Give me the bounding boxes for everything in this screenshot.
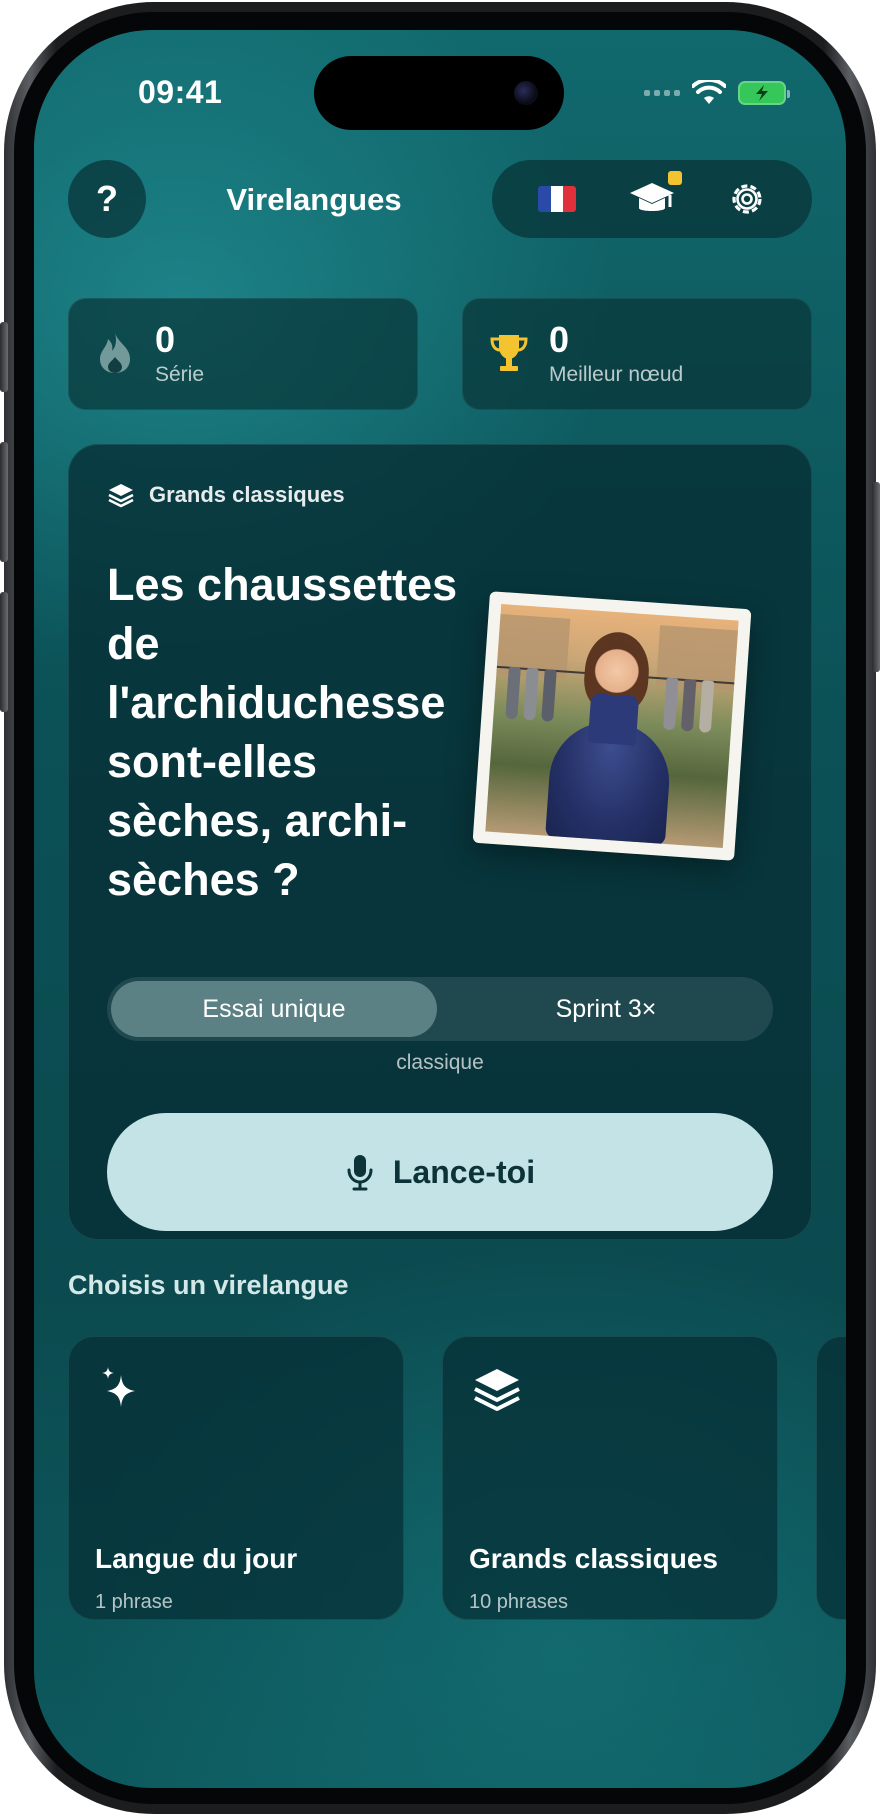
wifi-icon: [692, 80, 726, 104]
category-card-daily[interactable]: Langue du jour 1 phrase: [68, 1336, 404, 1620]
category-count: 1 phrase: [95, 1591, 173, 1613]
card-category-label: Grands classiques: [149, 482, 345, 507]
launch-label: Lance-toi: [392, 1153, 536, 1190]
french-flag-icon[interactable]: [538, 186, 576, 212]
mode-sprint[interactable]: Sprint 3×: [443, 981, 769, 1037]
action-button: [0, 322, 8, 392]
graduation-cap-button[interactable]: [628, 171, 682, 223]
illustration-photo: [472, 591, 752, 861]
current-tongue-twister-card: Grands classiques Les chaussettes de l'a…: [68, 444, 812, 1240]
microphone-icon: [347, 1155, 373, 1191]
status-indicators: [644, 80, 790, 106]
lock-icon: [668, 171, 682, 185]
gear-icon[interactable]: [728, 180, 766, 218]
best-score-card: 0 Meilleur nœud: [462, 298, 812, 410]
sparkles-icon: [102, 1367, 135, 1407]
power-button: [872, 482, 880, 672]
archduchess-illustration: [485, 603, 739, 849]
category-name: Grands classiques: [469, 1543, 719, 1574]
battery-charging-icon: [738, 81, 790, 105]
card-category: Grands classiques: [107, 481, 345, 509]
streak-card: 0 Série: [68, 298, 418, 410]
section-title: Choisis un virelangue: [68, 1270, 349, 1300]
category-card-partial[interactable]: [816, 1336, 846, 1620]
camera-icon: [514, 81, 538, 105]
app-title: Virelangues: [226, 182, 402, 217]
best-score-label: Meilleur nœud: [549, 363, 684, 386]
streak-value: 0: [155, 319, 176, 360]
help-label: ?: [96, 178, 118, 219]
header-actions: [492, 160, 812, 238]
volume-down-button: [0, 592, 8, 712]
streak-label: Série: [155, 363, 205, 386]
tongue-twister-text: Les chaussettes de l'archiduchesse sont-…: [107, 559, 458, 905]
dynamic-island: [314, 56, 564, 130]
category-name: Langue du jour: [95, 1543, 298, 1574]
status-time: 09:41: [138, 74, 223, 110]
category-card-classics[interactable]: Grands classiques 10 phrases: [442, 1336, 778, 1620]
app-screen: 09:41 ? Virelangues 0 Série 0 Meilleur n…: [34, 30, 846, 1788]
mode-single-try[interactable]: Essai unique: [111, 981, 437, 1037]
layers-icon: [474, 1369, 520, 1411]
mode-hint: classique: [396, 1051, 484, 1074]
launch-button[interactable]: Lance-toi: [107, 1113, 773, 1231]
category-count: 10 phrases: [469, 1591, 568, 1613]
cellular-signal-icon: [644, 90, 680, 96]
help-button[interactable]: ?: [68, 160, 146, 238]
flame-icon: [95, 329, 135, 377]
best-score-value: 0: [549, 319, 570, 360]
volume-up-button: [0, 442, 8, 562]
mode-selector: Essai unique Sprint 3×: [107, 977, 773, 1041]
layers-icon: [108, 484, 134, 508]
trophy-icon: [489, 329, 529, 377]
